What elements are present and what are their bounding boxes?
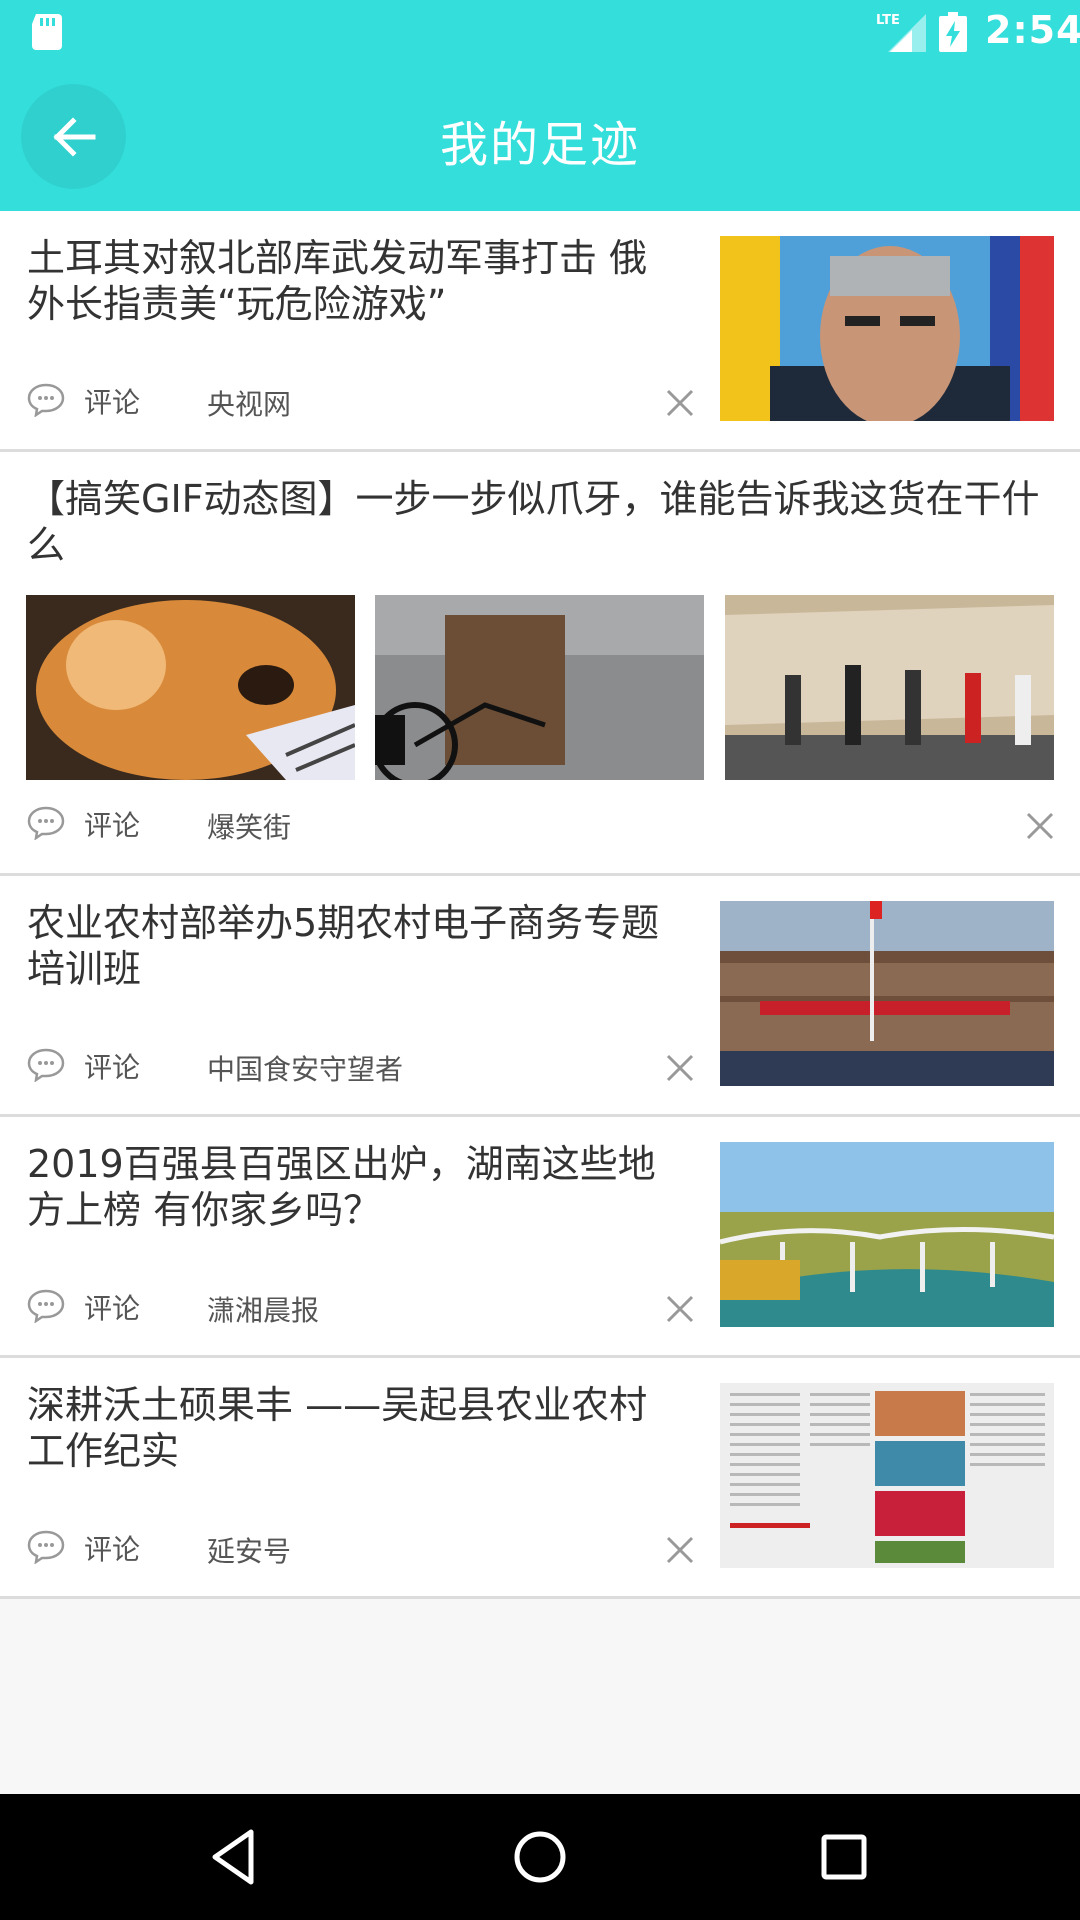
nav-home-circle-icon[interactable] <box>507 1824 573 1890</box>
cat-photo[interactable] <box>26 595 355 780</box>
item-meta: 评论 延安号 <box>27 1528 527 1572</box>
nav-back-triangle-icon[interactable] <box>203 1824 269 1890</box>
lte-signal-icon: LTE <box>876 13 926 52</box>
list-item[interactable]: 深耕沃土硕果丰 ——吴起县农业农村工作纪实 评论 延安号 <box>0 1358 1080 1599</box>
comment-label[interactable]: 评论 <box>84 381 140 421</box>
comment-label[interactable]: 评论 <box>84 1287 140 1327</box>
item-source: 中国食安守望者 <box>207 1053 404 1086</box>
item-title: 土耳其对叙北部库武发动军事打击 俄外长指责美“玩危险游戏” <box>27 236 648 326</box>
status-time: 2:54 <box>985 8 1080 52</box>
item-source: 央视网 <box>207 388 292 421</box>
close-icon[interactable] <box>664 1534 696 1566</box>
navigation-bar <box>0 1794 1080 1920</box>
comment-label[interactable]: 评论 <box>84 1046 140 1086</box>
close-icon[interactable] <box>664 1052 696 1084</box>
item-title: 深耕沃土硕果丰 ——吴起县农业农村工作纪实 <box>27 1383 648 1473</box>
item-meta: 评论 央视网 <box>27 381 527 425</box>
close-icon[interactable] <box>1024 810 1056 842</box>
nav-recents-square-icon[interactable] <box>811 1824 877 1890</box>
lte-text: LTE <box>876 13 900 28</box>
sd-card-icon <box>32 14 62 50</box>
item-title: 农业农村部举办5期农村电子商务专题培训班 <box>27 901 660 991</box>
item-meta: 评论 中国食安守望者 <box>27 1046 527 1090</box>
list-item[interactable]: 【搞笑GIF动态图】一步一步似爪牙，谁能告诉我这货在干什么 评论 爆笑街 <box>0 452 1080 876</box>
news-photo-speaker[interactable] <box>720 236 1054 421</box>
list-item[interactable]: 土耳其对叙北部库武发动军事打击 俄外长指责美“玩危险游戏” 评论 央视网 <box>0 211 1080 452</box>
item-source: 爆笑街 <box>207 811 292 844</box>
close-icon[interactable] <box>664 387 696 419</box>
app-bar: 我的足迹 <box>0 63 1080 211</box>
comment-icon <box>27 1048 65 1082</box>
battery-charging-icon <box>939 12 967 52</box>
list-item[interactable]: 2019百强县百强区出炉，湖南这些地方上榜 有你家乡吗？ 评论 潇湘晨报 <box>0 1117 1080 1358</box>
comment-label[interactable]: 评论 <box>84 1528 140 1568</box>
item-title: 2019百强县百强区出炉，湖南这些地方上榜 有你家乡吗？ <box>27 1142 656 1232</box>
comment-icon <box>27 383 65 417</box>
list-item[interactable]: 农业农村部举办5期农村电子商务专题培训班 评论 中国食安守望者 <box>0 876 1080 1117</box>
newspaper-page-photo[interactable] <box>720 1383 1054 1568</box>
status-bar: LTE 2:54 <box>0 0 1080 63</box>
treadmill-dance-photo[interactable] <box>725 595 1054 780</box>
item-meta: 评论 爆笑街 <box>27 804 527 848</box>
page-title: 我的足迹 <box>439 117 640 173</box>
close-icon[interactable] <box>664 1293 696 1325</box>
comment-icon <box>27 1530 65 1564</box>
item-meta: 评论 潇湘晨报 <box>27 1287 527 1331</box>
comment-icon <box>27 806 65 840</box>
bicycle-photo[interactable] <box>375 595 704 780</box>
screen: LTE 2:54 我的足迹 土耳其对叙北部库武发动军事打击 俄外长指责美“玩危险… <box>0 0 1080 1920</box>
history-list: 土耳其对叙北部库武发动军事打击 俄外长指责美“玩危险游戏” 评论 央视网 【搞笑… <box>0 211 1080 1599</box>
river-bridge-photo[interactable] <box>720 1142 1054 1327</box>
item-source: 延安号 <box>207 1535 292 1568</box>
item-title: 【搞笑GIF动态图】一步一步似爪牙，谁能告诉我这货在干什么 <box>27 477 1040 567</box>
school-building-photo[interactable] <box>720 901 1054 1086</box>
comment-icon <box>27 1289 65 1323</box>
comment-label[interactable]: 评论 <box>84 804 140 844</box>
item-source: 潇湘晨报 <box>207 1294 320 1327</box>
